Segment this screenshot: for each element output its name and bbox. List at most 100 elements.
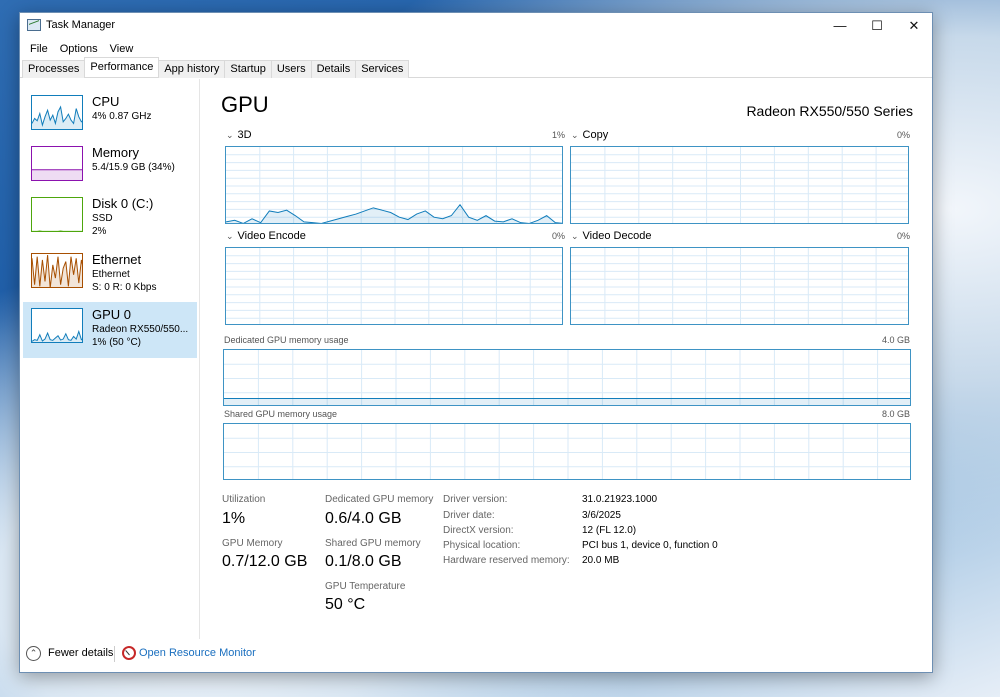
engine-label: Video Encode [237, 230, 306, 242]
engine-selector-video-decode[interactable]: ⌄ Video Decode [571, 230, 651, 242]
sidebar-item-ethernet[interactable]: Ethernet Ethernet S: 0 R: 0 Kbps [23, 247, 197, 303]
sidebar-item-detail: 4% 0.87 GHz [92, 111, 152, 122]
fewer-details-button[interactable]: Fewer details [48, 647, 113, 659]
task-manager-window: Task Manager — ☐ ✕ File Options View Pro… [19, 12, 933, 673]
physical-location-label: Physical location: [443, 540, 521, 551]
close-button[interactable]: ✕ [895, 13, 933, 39]
sidebar-item-title: Ethernet [92, 252, 142, 267]
footer-divider [114, 646, 115, 662]
gpu-memory-label: GPU Memory [222, 538, 283, 549]
chevron-down-icon: ⌄ [571, 130, 579, 140]
open-resource-monitor-link[interactable]: Open Resource Monitor [139, 647, 256, 659]
dedicated-memory-graph-label: Dedicated GPU memory usage [224, 335, 349, 345]
sidebar-item-title: Disk 0 (C:) [92, 196, 154, 211]
ethernet-thumbnail-graph [31, 253, 83, 288]
engine-graph-copy [570, 146, 909, 224]
gpu-temperature-label: GPU Temperature [325, 581, 406, 592]
engine-graph-3d [225, 146, 563, 224]
tab-strip: Processes Performance App history Startu… [20, 57, 932, 78]
tab-performance[interactable]: Performance [84, 57, 160, 77]
directx-version-label: DirectX version: [443, 525, 514, 536]
directx-version-value: 12 (FL 12.0) [582, 525, 637, 536]
engine-graph-video-encode [225, 247, 563, 325]
sparkline-fill [32, 106, 82, 129]
sidebar-item-detail: 2% [92, 226, 107, 237]
disk-thumbnail-graph [31, 197, 83, 232]
window-title: Task Manager [46, 19, 116, 31]
dedicated-memory-value: 0.6/4.0 GB [325, 510, 402, 527]
driver-version-value: 31.0.21923.1000 [582, 494, 658, 505]
tab-users[interactable]: Users [270, 60, 312, 78]
sidebar-item-memory[interactable]: Memory 5.4/15.9 GB (34%) [23, 140, 197, 196]
sidebar-item-title: GPU 0 [92, 307, 132, 322]
sparkline-fill [32, 231, 83, 232]
gpu-temperature-value: 50 °C [325, 596, 366, 613]
menu-view[interactable]: View [104, 39, 140, 59]
tab-details[interactable]: Details [310, 60, 357, 78]
engine-graph-video-decode [570, 247, 909, 325]
chevron-up-icon[interactable]: ⌃ [26, 646, 41, 661]
sidebar-item-detail: 5.4/15.9 GB (34%) [92, 162, 175, 173]
gpu-memory-value: 0.7/12.0 GB [222, 553, 308, 570]
tab-processes[interactable]: Processes [22, 60, 86, 78]
tab-services[interactable]: Services [355, 60, 410, 78]
sidebar-item-disk[interactable]: Disk 0 (C:) SSD 2% [23, 191, 197, 247]
engine-selector-copy[interactable]: ⌄ Copy [571, 129, 608, 141]
cpu-thumbnail-graph [31, 95, 83, 130]
engine-selector-video-encode[interactable]: ⌄ Video Encode [226, 230, 306, 242]
dedicated-memory-label: Dedicated GPU memory [325, 494, 434, 505]
hardware-reserved-memory-value: 20.0 MB [582, 555, 620, 566]
shared-memory-graph [223, 423, 911, 480]
sidebar-item-detail: S: 0 R: 0 Kbps [92, 282, 157, 293]
memory-usage-fill [224, 398, 910, 405]
utilization-label: Utilization [222, 494, 266, 505]
gpu-model-name: Radeon RX550/550 Series [746, 103, 913, 119]
driver-date-value: 3/6/2025 [582, 510, 621, 521]
engine-selector-3d[interactable]: ⌄ 3D [226, 129, 252, 141]
menu-bar: File Options View [20, 39, 139, 59]
performance-sidebar: CPU 4% 0.87 GHz Memory 5.4/15.9 GB (34%)… [20, 79, 200, 639]
sidebar-item-cpu[interactable]: CPU 4% 0.87 GHz [23, 89, 197, 145]
minimize-button[interactable]: — [821, 13, 859, 39]
sidebar-item-detail: Radeon RX550/550... [92, 324, 189, 335]
sidebar-item-title: CPU [92, 94, 120, 109]
resource-monitor-icon [122, 646, 136, 660]
chevron-down-icon: ⌄ [226, 130, 234, 140]
engine-percent: 0% [551, 231, 565, 241]
dedicated-memory-graph [223, 349, 911, 406]
footer-bar: ⌃ Fewer details Open Resource Monitor [20, 643, 932, 667]
page-title: GPU [221, 92, 269, 117]
shared-memory-graph-label: Shared GPU memory usage [224, 409, 338, 419]
sidebar-item-detail: Ethernet [92, 269, 130, 280]
hardware-reserved-memory-label: Hardware reserved memory: [443, 555, 570, 566]
chevron-down-icon: ⌄ [571, 231, 579, 241]
sidebar-item-title: Memory [92, 145, 139, 160]
engine-percent: 0% [896, 231, 910, 241]
engine-label: 3D [237, 129, 252, 141]
engine-label: Video Decode [582, 230, 652, 242]
engine-label: Copy [582, 129, 609, 141]
sidebar-item-gpu[interactable]: GPU 0 Radeon RX550/550... 1% (50 °C) [23, 302, 197, 358]
utilization-value: 1% [222, 510, 246, 527]
sparkline-fill [32, 169, 82, 180]
shared-memory-label: Shared GPU memory [325, 538, 421, 549]
title-bar: Task Manager — ☐ ✕ [20, 13, 932, 39]
sidebar-item-detail: 1% (50 °C) [92, 337, 142, 348]
driver-date-label: Driver date: [443, 510, 495, 521]
memory-thumbnail-graph [31, 146, 83, 181]
engine-percent: 0% [896, 130, 910, 140]
gpu-detail-panel: GPU Radeon RX550/550 Series ⌄ 3D 1% ⌄ Copy… [220, 79, 920, 639]
gpu-thumbnail-graph [31, 308, 83, 343]
shared-memory-value: 0.1/8.0 GB [325, 553, 402, 570]
maximize-button[interactable]: ☐ [858, 13, 896, 39]
tab-app-history[interactable]: App history [158, 60, 226, 78]
menu-file[interactable]: File [24, 39, 54, 59]
tab-startup[interactable]: Startup [224, 60, 272, 78]
chevron-down-icon: ⌄ [226, 231, 234, 241]
engine-percent: 1% [551, 130, 565, 140]
dedicated-memory-graph-max: 4.0 GB [881, 335, 910, 345]
sparkline-fill [32, 331, 82, 342]
menu-options[interactable]: Options [54, 39, 104, 59]
shared-memory-graph-max: 8.0 GB [881, 409, 910, 419]
physical-location-value: PCI bus 1, device 0, function 0 [582, 540, 718, 551]
